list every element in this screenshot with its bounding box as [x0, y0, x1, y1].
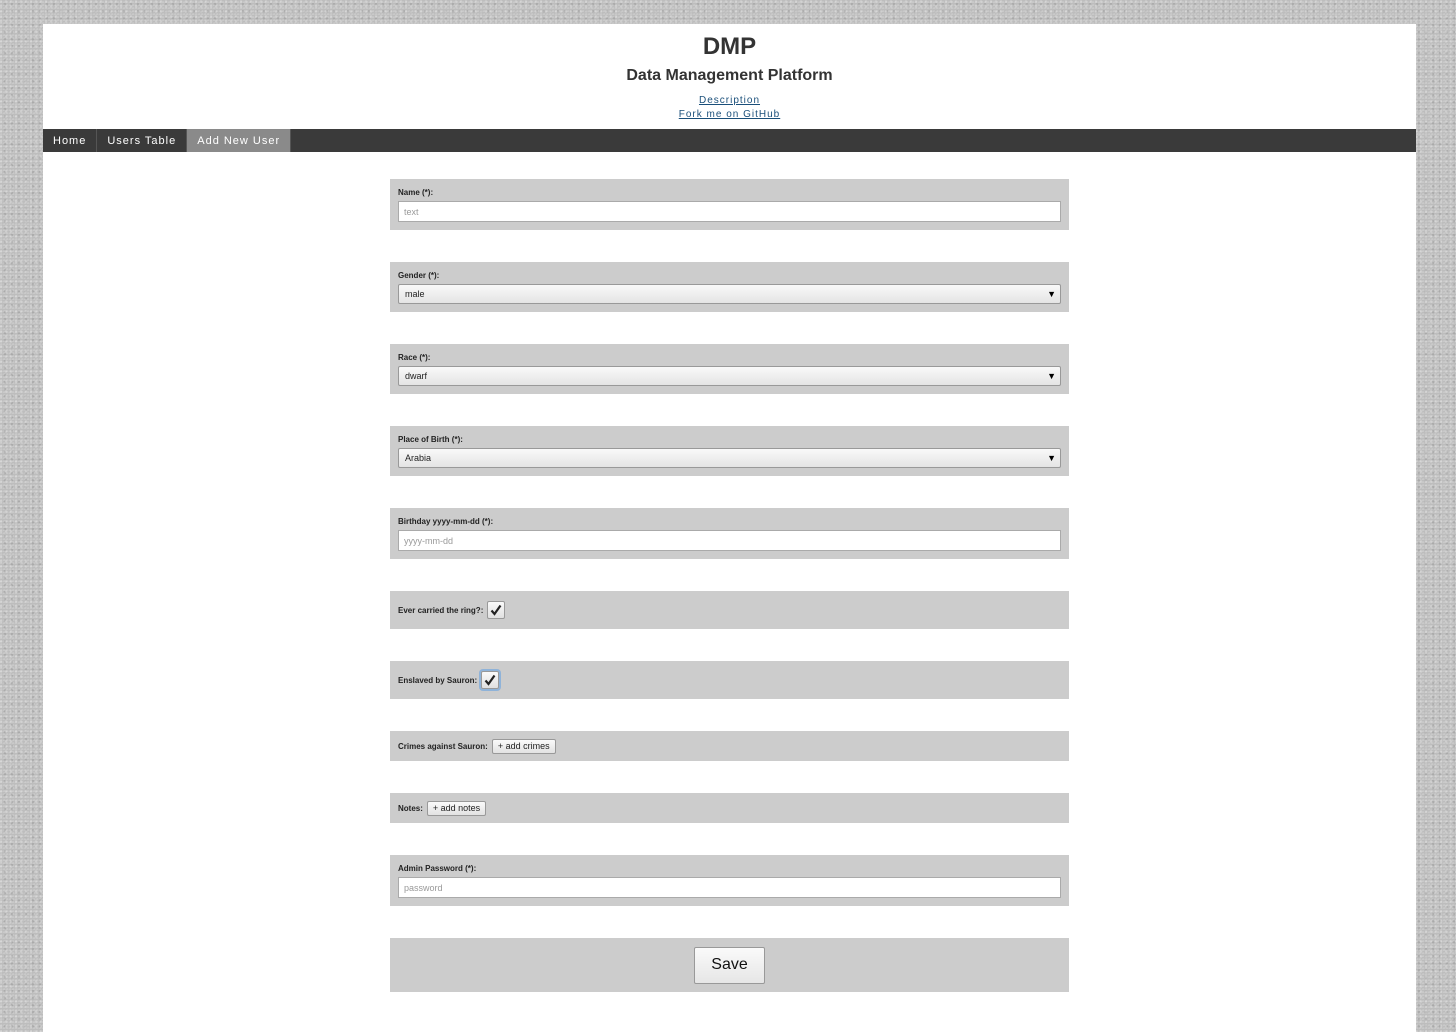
birthday-label: Birthday yyyy-mm-dd (*): [398, 517, 494, 526]
ring-checkbox[interactable] [487, 601, 506, 619]
race-selected-value: dwarf [405, 371, 428, 381]
ring-field-group: Ever carried the ring?: [390, 591, 1069, 629]
chevron-down-icon: ▼ [1047, 453, 1056, 463]
race-label: Race (*): [398, 353, 431, 362]
save-button[interactable]: Save [694, 946, 765, 984]
birthday-field-group: Birthday yyyy-mm-dd (*): [390, 508, 1069, 559]
enslaved-field-group: Enslaved by Sauron: [390, 661, 1069, 699]
notes-field-group: Notes: + add notes [390, 793, 1069, 823]
name-field-group: Name (*): [390, 179, 1069, 230]
navbar: Home Users Table Add New User [43, 129, 1416, 152]
ring-label: Ever carried the ring?: [398, 605, 484, 615]
password-field-group: Admin Password (*): [390, 855, 1069, 906]
github-link[interactable]: Fork me on GitHub [43, 108, 1416, 122]
name-label: Name (*): [398, 188, 434, 197]
enslaved-label: Enslaved by Sauron: [398, 675, 478, 685]
save-field-group: Save [390, 938, 1069, 992]
chevron-down-icon: ▼ [1047, 289, 1056, 299]
birthday-input[interactable] [398, 530, 1061, 551]
nav-users-table[interactable]: Users Table [97, 129, 188, 152]
crimes-field-group: Crimes against Sauron: + add crimes [390, 731, 1069, 761]
chevron-down-icon: ▼ [1047, 371, 1056, 381]
race-field-group: Race (*): dwarf ▼ [390, 344, 1069, 394]
check-icon [491, 604, 502, 616]
description-link[interactable]: Description [43, 94, 1416, 108]
crimes-label: Crimes against Sauron: [398, 741, 488, 751]
page-container: DMP Data Management Platform Description… [43, 24, 1416, 1032]
enslaved-checkbox[interactable] [481, 671, 500, 689]
header-links: Description Fork me on GitHub [43, 94, 1416, 122]
gender-select[interactable]: male ▼ [398, 284, 1061, 304]
gender-label: Gender (*): [398, 271, 440, 280]
gender-selected-value: male [405, 289, 425, 299]
site-subtitle: Data Management Platform [626, 67, 833, 84]
notes-label: Notes: [398, 803, 423, 813]
site-title: DMP [702, 33, 757, 60]
birthplace-label: Place of Birth (*): [398, 435, 463, 444]
nav-home[interactable]: Home [43, 129, 98, 152]
site-header: DMP Data Management Platform Description… [43, 24, 1416, 129]
gender-field-group: Gender (*): male ▼ [390, 262, 1069, 312]
birthplace-select[interactable]: Arabia ▼ [398, 448, 1061, 468]
name-input[interactable] [398, 201, 1061, 222]
add-notes-button[interactable]: + add notes [426, 800, 487, 816]
birthplace-selected-value: Arabia [405, 453, 432, 463]
birthplace-field-group: Place of Birth (*): Arabia ▼ [390, 426, 1069, 476]
password-label: Admin Password (*): [398, 864, 477, 873]
add-user-form: Name (*): Gender (*): male ▼ Race (*): d… [390, 179, 1069, 992]
race-select[interactable]: dwarf ▼ [398, 366, 1061, 386]
password-input[interactable] [398, 877, 1061, 898]
check-icon [484, 674, 496, 686]
add-crimes-button[interactable]: + add crimes [491, 738, 556, 754]
nav-add-new-user[interactable]: Add New User [187, 129, 292, 152]
